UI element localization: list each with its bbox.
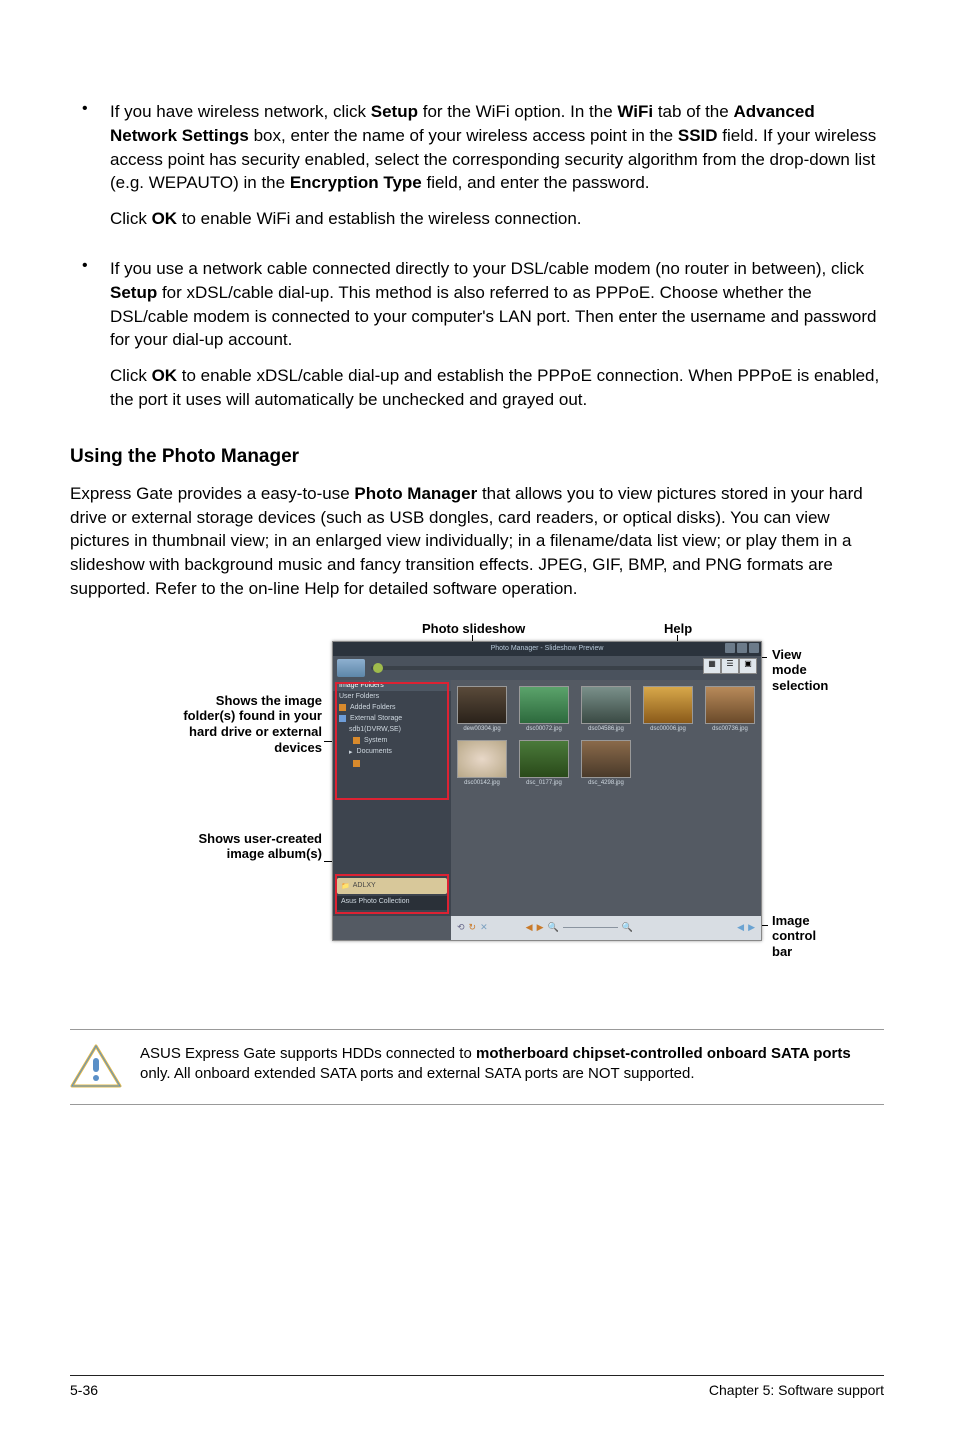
zoom-out-icon[interactable]: 🔍 <box>547 922 558 933</box>
thumb-caption: dsc_4298.jpg <box>581 780 631 786</box>
thumb-caption: dsc00006.jpg <box>643 726 693 732</box>
thumb-image <box>519 740 569 778</box>
pane-external-item[interactable]: sdb1(DVRW,SE) <box>333 724 451 735</box>
callout-text: ASUS Express Gate supports HDDs connecte… <box>140 1044 884 1085</box>
zoom-in-icon[interactable]: 🔍 <box>622 922 633 933</box>
pane-system[interactable]: System <box>333 735 451 746</box>
callout: ASUS Express Gate supports HDDs connecte… <box>70 1029 884 1105</box>
thumbnail[interactable]: dsc00006.jpg <box>643 686 693 732</box>
thumb-image <box>705 686 755 724</box>
album-collection[interactable]: Asus Photo Collection <box>337 896 447 910</box>
pane-header-image-folders[interactable]: Image Folders <box>333 680 451 691</box>
caution-icon <box>70 1044 122 1090</box>
pane-sub-item[interactable] <box>333 758 451 769</box>
thumb-row: dew00304.jpg dsc00072.jpg dsc04586.jpg d… <box>457 686 755 732</box>
thumbnail[interactable]: dsc_0177.jpg <box>519 740 569 786</box>
drive-icon <box>339 715 346 722</box>
page-number: 5-36 <box>70 1382 98 1398</box>
folder-icon <box>353 760 360 767</box>
bullet-item: • If you have wireless network, click Se… <box>70 100 884 243</box>
bullet-marker: • <box>70 100 110 243</box>
chapter-label: Chapter 5: Software support <box>709 1382 884 1398</box>
figure: Photo slideshow Help View mode selection… <box>172 621 782 1001</box>
thumb-image <box>457 740 507 778</box>
detail-view-icon[interactable]: ☰ <box>721 658 739 674</box>
label-help: Help <box>664 621 692 636</box>
rotate-right-icon[interactable]: ↻ <box>469 922 477 933</box>
rotate-left-icon[interactable]: ⟲ <box>457 922 465 933</box>
thumb-caption: dsc_0177.jpg <box>519 780 569 786</box>
thumb-image <box>581 740 631 778</box>
bullet-marker: • <box>70 257 110 424</box>
thumbnail[interactable]: dew00304.jpg <box>457 686 507 732</box>
label-folders: Shows the image folder(s) found in your … <box>172 693 322 755</box>
thumb-image <box>643 686 693 724</box>
thumb-caption: dsc00072.jpg <box>519 726 569 732</box>
thumbnail[interactable]: dsc00072.jpg <box>519 686 569 732</box>
next-icon[interactable]: ▶ <box>537 922 544 933</box>
bullet1-para2: Click OK to enable WiFi and establish th… <box>110 207 884 231</box>
thumb-image <box>457 686 507 724</box>
pane-user-folders[interactable]: User Folders <box>333 691 451 702</box>
bullet2-para1: If you use a network cable connected dir… <box>110 257 884 352</box>
home-icon[interactable] <box>337 659 365 677</box>
album-label: ADLXY <box>353 882 376 889</box>
prev-icon[interactable]: ◀ <box>526 922 533 933</box>
label-albums: Shows user-created image album(s) <box>172 831 322 862</box>
footer: 5-36 Chapter 5: Software support <box>70 1375 884 1398</box>
thumbnail[interactable]: dsc_4298.jpg <box>581 740 631 786</box>
titlebar: Photo Manager - Slideshow Preview <box>333 642 761 656</box>
thumbnail[interactable]: dsc00736.jpg <box>705 686 755 732</box>
folder-icon <box>339 704 346 711</box>
bullet-content: If you have wireless network, click Setu… <box>110 100 884 243</box>
folder-icon <box>353 737 360 744</box>
thumbnail-view-icon[interactable]: ▦ <box>703 658 721 674</box>
album-item[interactable]: 📁 ADLXY <box>337 878 447 894</box>
label-controlbar: Image control bar <box>772 913 816 960</box>
bullet-item: • If you use a network cable connected d… <box>70 257 884 424</box>
section-heading: Using the Photo Manager <box>70 446 884 468</box>
close-icon[interactable] <box>749 643 759 653</box>
thumbnail[interactable]: dsc04586.jpg <box>581 686 631 732</box>
page-next-icon[interactable]: ▶ <box>748 922 755 933</box>
thumb-image <box>581 686 631 724</box>
slideshow-view-icon[interactable]: ▣ <box>739 658 757 674</box>
label-viewmode: View mode selection <box>772 647 828 694</box>
thumb-image <box>519 686 569 724</box>
image-control-bar: ⟲ ↻ ✕ ◀ ▶ 🔍 🔍 ◀ ▶ <box>451 916 761 940</box>
thumbnail-area: dew00304.jpg dsc00072.jpg dsc04586.jpg d… <box>451 680 761 916</box>
thumb-caption: dsc04586.jpg <box>581 726 631 732</box>
pane-added-folders[interactable]: Added Folders <box>333 702 451 713</box>
delete-icon[interactable]: ✕ <box>480 922 488 933</box>
thumb-row: dsc00142.jpg dsc_0177.jpg dsc_4298.jpg <box>457 740 755 786</box>
toolbar <box>333 656 761 680</box>
body-paragraph: Express Gate provides a easy-to-use Phot… <box>70 482 884 601</box>
zoom-slider[interactable] <box>371 666 757 670</box>
page-prev-icon[interactable]: ◀ <box>737 922 744 933</box>
maximize-icon[interactable] <box>737 643 747 653</box>
minimize-icon[interactable] <box>725 643 735 653</box>
thumb-caption: dsc00736.jpg <box>705 726 755 732</box>
label-photo-slideshow: Photo slideshow <box>422 621 525 636</box>
pane-documents[interactable]: ▸ Documents <box>333 746 451 758</box>
thumb-caption: dsc00142.jpg <box>457 780 507 786</box>
bullet-content: If you use a network cable connected dir… <box>110 257 884 424</box>
thumb-caption: dew00304.jpg <box>457 726 507 732</box>
window-title: Photo Manager - Slideshow Preview <box>491 645 604 652</box>
viewmode-selector[interactable]: ▦ ☰ ▣ <box>703 658 757 674</box>
thumbnail[interactable]: dsc00142.jpg <box>457 740 507 786</box>
window-controls[interactable] <box>725 643 759 653</box>
app-window: Photo Manager - Slideshow Preview ▦ ☰ ▣ … <box>332 641 762 941</box>
zoom-track[interactable] <box>563 927 618 928</box>
bullet2-para2: Click OK to enable xDSL/cable dial-up an… <box>110 364 884 412</box>
album-pane: 📁 ADLXY Asus Photo Collection <box>333 876 451 916</box>
folder-icon: 📁 <box>341 882 350 890</box>
pane-external-storage[interactable]: External Storage <box>333 713 451 724</box>
bullet1-para1: If you have wireless network, click Setu… <box>110 100 884 195</box>
